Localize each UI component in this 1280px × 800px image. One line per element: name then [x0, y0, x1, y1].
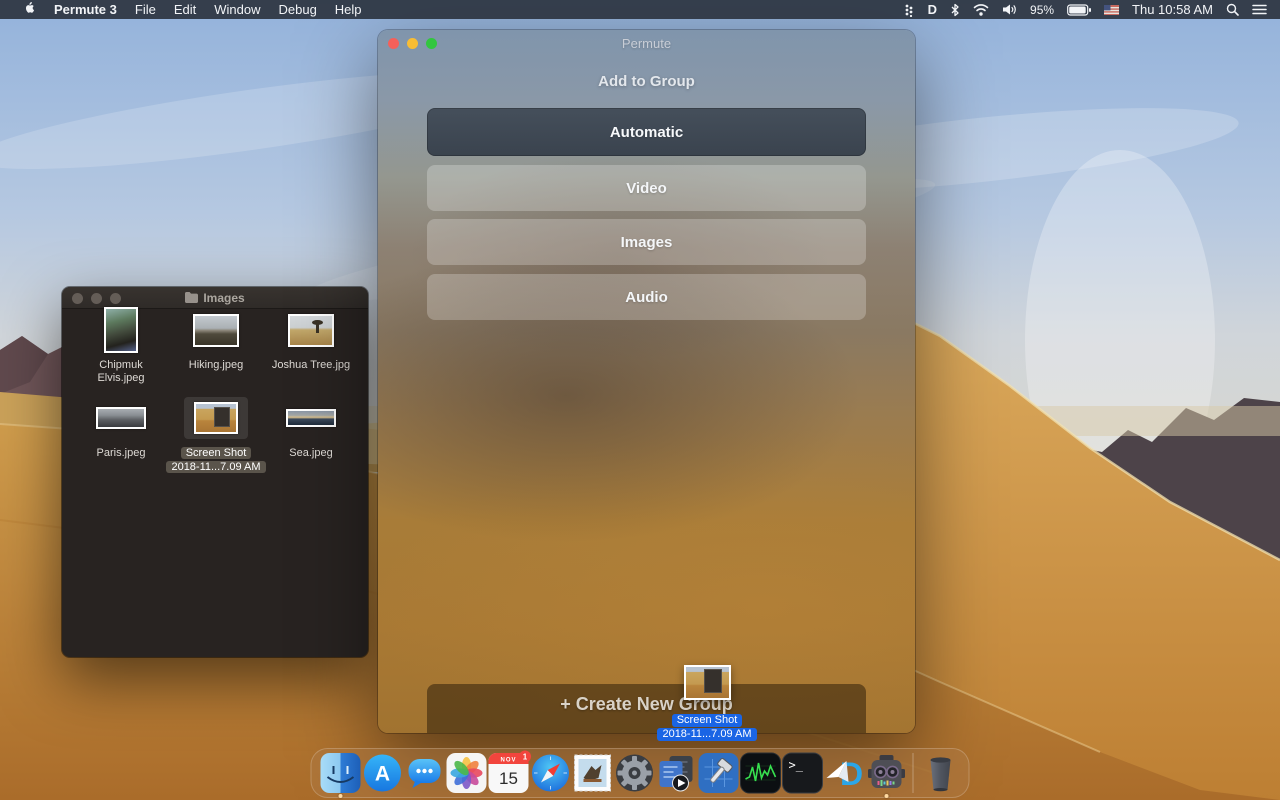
file-hiking[interactable]: Hiking.jpeg: [164, 301, 268, 372]
drag-ghost-thumbnail: [684, 665, 731, 700]
dock-icon-activity-monitor[interactable]: [741, 753, 781, 793]
dock-icon-messages[interactable]: [405, 753, 445, 793]
file-label: Screen Shot: [181, 447, 252, 459]
file-label: Joshua Tree.jpg: [259, 359, 363, 372]
file-paris[interactable]: Paris.jpeg: [69, 389, 173, 460]
file-label: Sea.jpeg: [259, 447, 363, 460]
file-label: Hiking.jpeg: [164, 359, 268, 372]
menu-debug[interactable]: Debug: [269, 0, 325, 19]
downie-menu-icon[interactable]: D: [925, 0, 940, 19]
dock-icon-photos[interactable]: [447, 753, 487, 793]
menu-app-name[interactable]: Permute 3: [45, 0, 126, 19]
svg-text:15: 15: [499, 769, 518, 788]
volume-icon[interactable]: [999, 0, 1020, 19]
group-button-audio[interactable]: Audio: [427, 274, 866, 320]
drag-ghost-label: Screen Shot: [672, 714, 743, 727]
svg-text:A: A: [375, 763, 390, 786]
thumbnail-paris: [96, 407, 146, 429]
dock: A NOV 15 1: [311, 748, 970, 798]
file-screen-shot-selected[interactable]: Screen Shot 2018-11...7.09 AM: [164, 389, 268, 474]
menu-edit[interactable]: Edit: [165, 0, 205, 19]
notification-center-icon[interactable]: [1249, 0, 1270, 19]
permute-window-title: Permute: [378, 36, 915, 51]
bluetooth-icon[interactable]: [947, 0, 963, 19]
dock-icon-xcode[interactable]: [699, 753, 739, 793]
thumbnail-joshua-tree: [288, 314, 334, 347]
group-button-automatic[interactable]: Automatic: [427, 108, 866, 156]
dock-icon-terminal[interactable]: >_: [783, 753, 823, 793]
menu-help[interactable]: Help: [326, 0, 371, 19]
file-label: 2018-11...7.09 AM: [166, 461, 265, 473]
dock-icon-permute[interactable]: [867, 753, 907, 793]
battery-percent: 95%: [1027, 0, 1057, 19]
group-button-images[interactable]: Images: [427, 219, 866, 265]
dock-icon-mail[interactable]: [573, 753, 613, 793]
dock-icon-app-store[interactable]: A: [363, 753, 403, 793]
input-flag-icon[interactable]: [1101, 0, 1122, 19]
dock-icon-calendar[interactable]: NOV 15 1: [489, 753, 529, 793]
file-label: Elvis.jpeg: [69, 372, 173, 385]
thumbnail-screen-shot: [194, 402, 238, 434]
file-label: Paris.jpeg: [69, 447, 173, 460]
spotlight-icon[interactable]: [1223, 0, 1242, 19]
apple-menu-icon[interactable]: [14, 0, 45, 19]
file-chipmuk-elvis[interactable]: Chipmuk Elvis.jpeg: [69, 301, 173, 385]
dock-icon-quicktime-player[interactable]: [657, 753, 697, 793]
running-indicator: [339, 794, 343, 798]
running-indicator: [885, 794, 889, 798]
battery-icon[interactable]: [1064, 0, 1094, 19]
drag-ghost-screen-shot[interactable]: Screen Shot 2018-11...7.09 AM: [630, 665, 784, 741]
finder-window-images: Images Chipmuk Elvis.jpeg Hiking.jpeg Jo…: [62, 287, 368, 657]
svg-text:>_: >_: [789, 758, 804, 772]
menu-clock[interactable]: Thu 10:58 AM: [1129, 0, 1216, 19]
svg-text:1: 1: [523, 752, 528, 761]
wifi-icon[interactable]: [970, 0, 992, 19]
add-to-group-heading: Add to Group: [378, 73, 915, 90]
thumbnail-hiking: [193, 314, 239, 347]
file-label: Chipmuk: [69, 359, 173, 372]
dock-icon-downie[interactable]: D: [825, 753, 865, 793]
menu-file[interactable]: File: [126, 0, 165, 19]
menu-bar: Permute 3 File Edit Window Debug Help D …: [0, 0, 1280, 19]
file-joshua-tree[interactable]: Joshua Tree.jpg: [259, 301, 363, 372]
thumbnail-sea: [286, 409, 336, 427]
dock-icon-system-preferences[interactable]: [615, 753, 655, 793]
dock-separator: [913, 753, 914, 793]
group-button-video[interactable]: Video: [427, 165, 866, 211]
file-sea[interactable]: Sea.jpeg: [259, 389, 363, 460]
drag-ghost-label: 2018-11...7.09 AM: [657, 728, 756, 741]
dots-icon[interactable]: [900, 0, 918, 19]
svg-text:NOV: NOV: [500, 758, 516, 764]
dock-icon-safari[interactable]: [531, 753, 571, 793]
permute-window: Permute Add to Group Automatic Video Ima…: [378, 30, 915, 733]
dock-icon-trash[interactable]: [920, 753, 960, 793]
menu-window[interactable]: Window: [205, 0, 269, 19]
thumbnail-chipmuk: [104, 307, 138, 353]
dock-icon-finder[interactable]: [321, 753, 361, 793]
